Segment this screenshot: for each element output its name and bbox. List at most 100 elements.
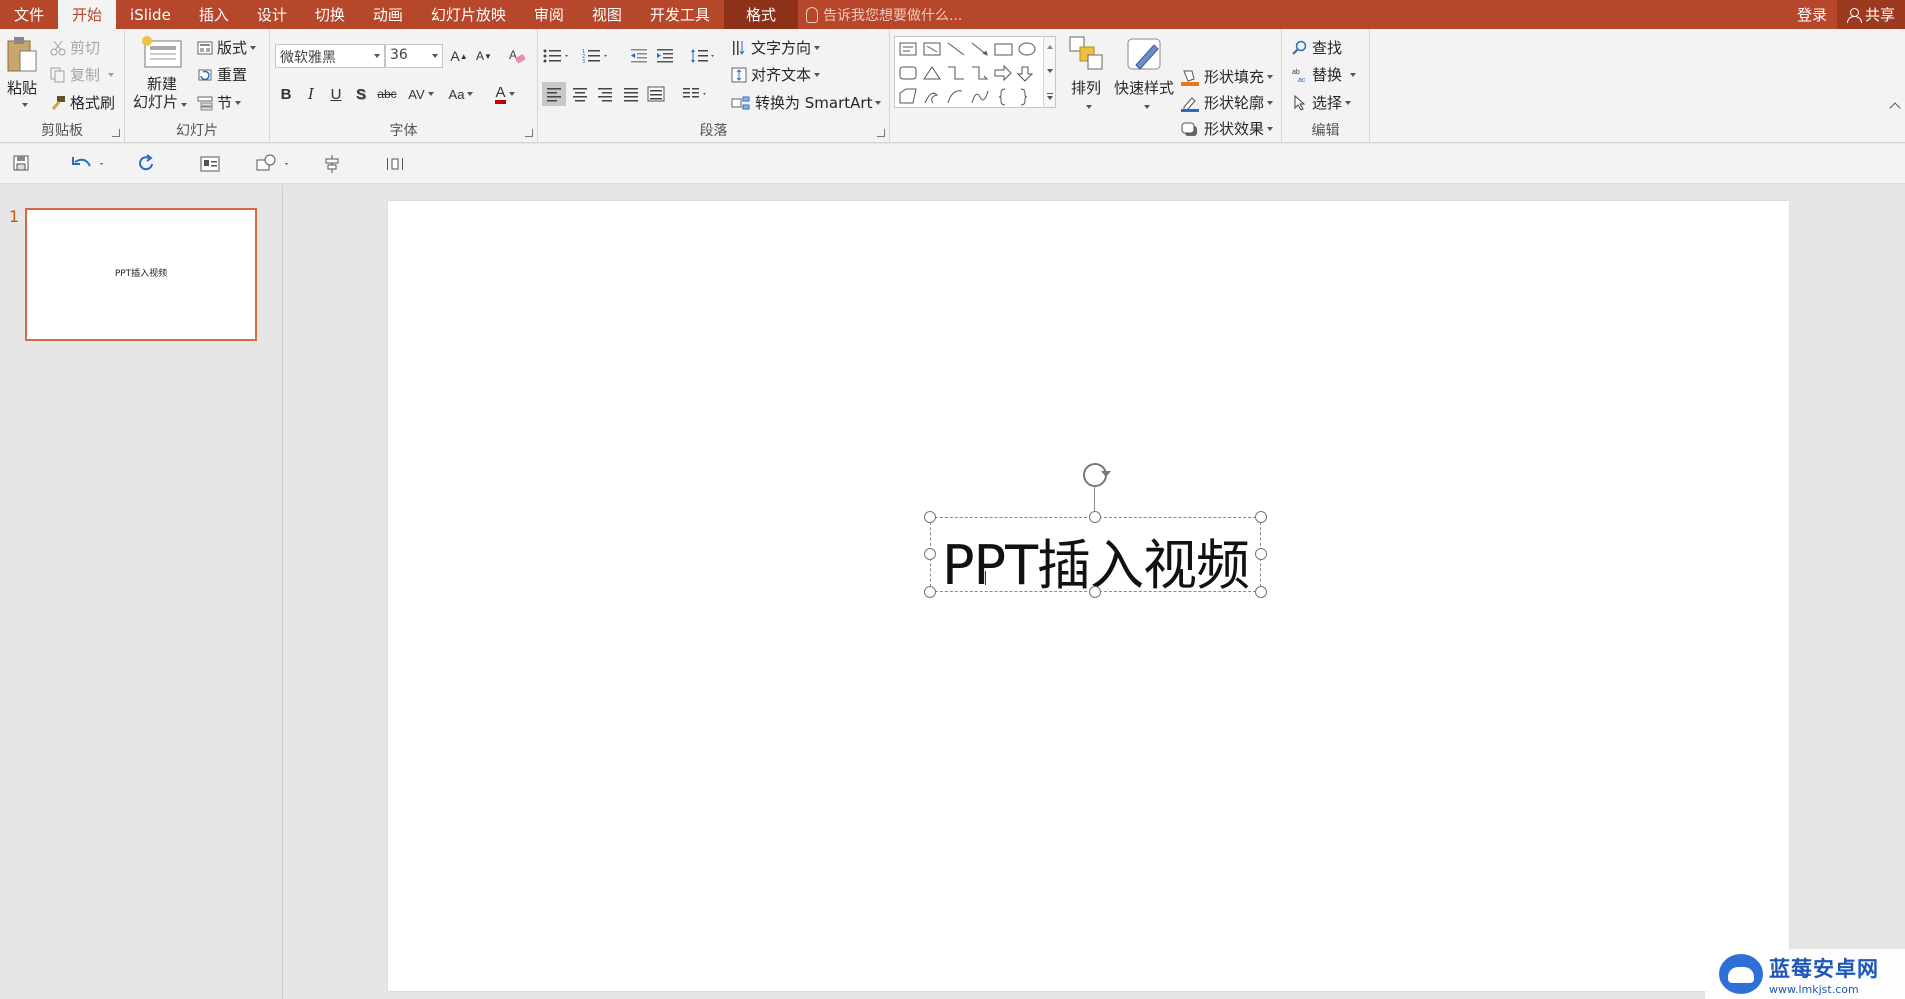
section-button[interactable]: 节 bbox=[197, 92, 242, 113]
chevron-down-icon[interactable] bbox=[1047, 69, 1053, 73]
font-size-value: 36 bbox=[390, 47, 408, 63]
character-spacing-button[interactable]: AV bbox=[404, 83, 438, 105]
resize-handle-bottom-right[interactable] bbox=[1255, 586, 1267, 598]
paragraph-group-label: 段落 bbox=[699, 123, 728, 139]
line-spacing-button[interactable] bbox=[690, 48, 714, 64]
shapes-icon bbox=[256, 154, 288, 171]
text-direction-button[interactable]: 文字方向 bbox=[731, 37, 821, 58]
insert-shapes-button[interactable] bbox=[255, 154, 295, 174]
redo-button[interactable] bbox=[137, 154, 157, 174]
dialog-launcher-icon[interactable] bbox=[112, 129, 120, 137]
tab-format[interactable]: 格式 bbox=[723, 0, 798, 29]
tab-transitions[interactable]: 切换 bbox=[301, 0, 359, 29]
decrease-indent-button[interactable] bbox=[629, 48, 649, 64]
tab-developer[interactable]: 开发工具 bbox=[636, 0, 724, 29]
grow-font-button[interactable]: A ▲ bbox=[448, 45, 470, 67]
resize-handle-top-left[interactable] bbox=[924, 511, 936, 523]
tab-insert[interactable]: 插入 bbox=[185, 0, 243, 29]
align-center-objects-button[interactable] bbox=[322, 154, 342, 174]
resize-handle-left[interactable] bbox=[924, 548, 936, 560]
tab-file[interactable]: 文件 bbox=[0, 0, 58, 29]
tab-animations[interactable]: 动画 bbox=[359, 0, 417, 29]
layout-button[interactable]: 版式 bbox=[197, 37, 257, 58]
tab-home[interactable]: 开始 bbox=[58, 0, 117, 29]
person-icon bbox=[1846, 7, 1862, 23]
underline-button[interactable]: U bbox=[325, 83, 347, 105]
format-painter-button[interactable]: 格式刷 bbox=[50, 92, 115, 113]
slide-thumbnail[interactable]: PPT插入视频 bbox=[25, 208, 257, 341]
tab-islide[interactable]: iSlide bbox=[116, 0, 185, 29]
chevron-up-icon[interactable] bbox=[1047, 45, 1053, 49]
bullets-button[interactable] bbox=[543, 48, 568, 64]
more-icon[interactable] bbox=[1047, 93, 1053, 94]
font-name-select[interactable]: 微软雅黑 bbox=[275, 44, 385, 68]
resize-handle-right[interactable] bbox=[1255, 548, 1267, 560]
shape-outline-button[interactable]: 形状轮廓 bbox=[1180, 92, 1274, 113]
change-case-glyph: Aa bbox=[448, 86, 465, 102]
columns-button[interactable] bbox=[681, 86, 711, 102]
italic-button[interactable]: I bbox=[300, 83, 322, 105]
replace-button[interactable]: ab ac 替换 bbox=[1292, 64, 1357, 85]
align-right-icon bbox=[598, 88, 612, 102]
tab-slideshow[interactable]: 幻灯片放映 bbox=[417, 0, 520, 29]
slide-number: 1 bbox=[9, 207, 20, 226]
strikethrough-button[interactable]: abc bbox=[374, 83, 400, 105]
resize-handle-top-right[interactable] bbox=[1255, 511, 1267, 523]
login-link[interactable]: 登录 bbox=[1787, 0, 1837, 29]
textbox-button[interactable] bbox=[200, 154, 220, 174]
resize-handle-bottom[interactable] bbox=[1089, 586, 1101, 598]
tell-me-search[interactable]: 告诉我您想要做什么... bbox=[805, 0, 962, 29]
gallery-scroll[interactable] bbox=[1043, 37, 1055, 107]
align-left-button[interactable] bbox=[542, 82, 566, 106]
justify-button[interactable] bbox=[621, 86, 641, 102]
change-case-button[interactable]: Aa bbox=[444, 83, 478, 105]
convert-smartart-button[interactable]: 转换为 SmartArt bbox=[731, 92, 882, 113]
undo-button[interactable] bbox=[70, 154, 110, 174]
paste-button[interactable]: 粘贴 bbox=[4, 35, 40, 113]
distributed-button[interactable] bbox=[646, 86, 666, 102]
tab-design[interactable]: 设计 bbox=[243, 0, 301, 29]
save-button[interactable] bbox=[12, 154, 32, 174]
share-button[interactable]: 共享 bbox=[1836, 0, 1905, 29]
clear-formatting-button[interactable]: A bbox=[506, 45, 528, 67]
slide-canvas[interactable]: PPT插入视频 bbox=[388, 201, 1789, 991]
align-center-button[interactable] bbox=[570, 86, 590, 102]
select-button[interactable]: 选择 bbox=[1292, 92, 1352, 113]
text-shadow-button[interactable]: S bbox=[350, 83, 372, 105]
copy-button[interactable]: 复制 bbox=[50, 64, 115, 85]
find-button[interactable]: 查找 bbox=[1292, 37, 1342, 58]
increase-indent-button[interactable] bbox=[655, 48, 675, 64]
shrink-font-button[interactable]: A ▼ bbox=[473, 45, 495, 67]
new-slide-button[interactable]: 新建 幻灯片 bbox=[133, 33, 191, 117]
shapes-gallery[interactable] bbox=[894, 36, 1056, 108]
decrease-indent-icon bbox=[631, 49, 647, 63]
slide-thumbnail-pane: 1 PPT插入视频 bbox=[0, 185, 283, 999]
tab-review[interactable]: 审阅 bbox=[520, 0, 578, 29]
align-text-button[interactable]: 对齐文本 bbox=[731, 64, 821, 85]
chevron-up-icon[interactable] bbox=[1889, 102, 1901, 114]
quick-styles-button[interactable]: 快速样式 bbox=[1112, 33, 1176, 117]
font-size-select[interactable]: 36 bbox=[385, 44, 443, 68]
increase-indent-icon bbox=[657, 49, 673, 63]
font-color-button[interactable]: A bbox=[488, 83, 522, 105]
chevron-down-icon bbox=[181, 103, 187, 107]
chevron-down-icon bbox=[814, 45, 821, 50]
bold-button[interactable]: B bbox=[275, 83, 297, 105]
shape-effects-icon bbox=[1180, 121, 1200, 137]
distribute-button[interactable] bbox=[385, 154, 405, 174]
dialog-launcher-icon[interactable] bbox=[525, 129, 533, 137]
align-right-button[interactable] bbox=[595, 86, 615, 102]
dialog-launcher-icon[interactable] bbox=[877, 129, 885, 137]
tab-view[interactable]: 视图 bbox=[578, 0, 636, 29]
resize-handle-bottom-left[interactable] bbox=[924, 586, 936, 598]
arrange-button[interactable]: 排列 bbox=[1064, 33, 1108, 117]
cut-button[interactable]: 剪切 bbox=[50, 37, 100, 58]
resize-handle-top[interactable] bbox=[1089, 511, 1101, 523]
reset-button[interactable]: 重置 bbox=[197, 64, 247, 85]
shape-fill-button[interactable]: 形状填充 bbox=[1180, 66, 1274, 87]
title-textbox[interactable]: PPT插入视频 bbox=[930, 517, 1261, 597]
font-group-label: 字体 bbox=[389, 123, 418, 139]
rotate-handle-icon[interactable] bbox=[1083, 463, 1111, 487]
numbering-button[interactable]: 123 bbox=[582, 48, 607, 65]
shape-effects-button[interactable]: 形状效果 bbox=[1180, 118, 1274, 139]
